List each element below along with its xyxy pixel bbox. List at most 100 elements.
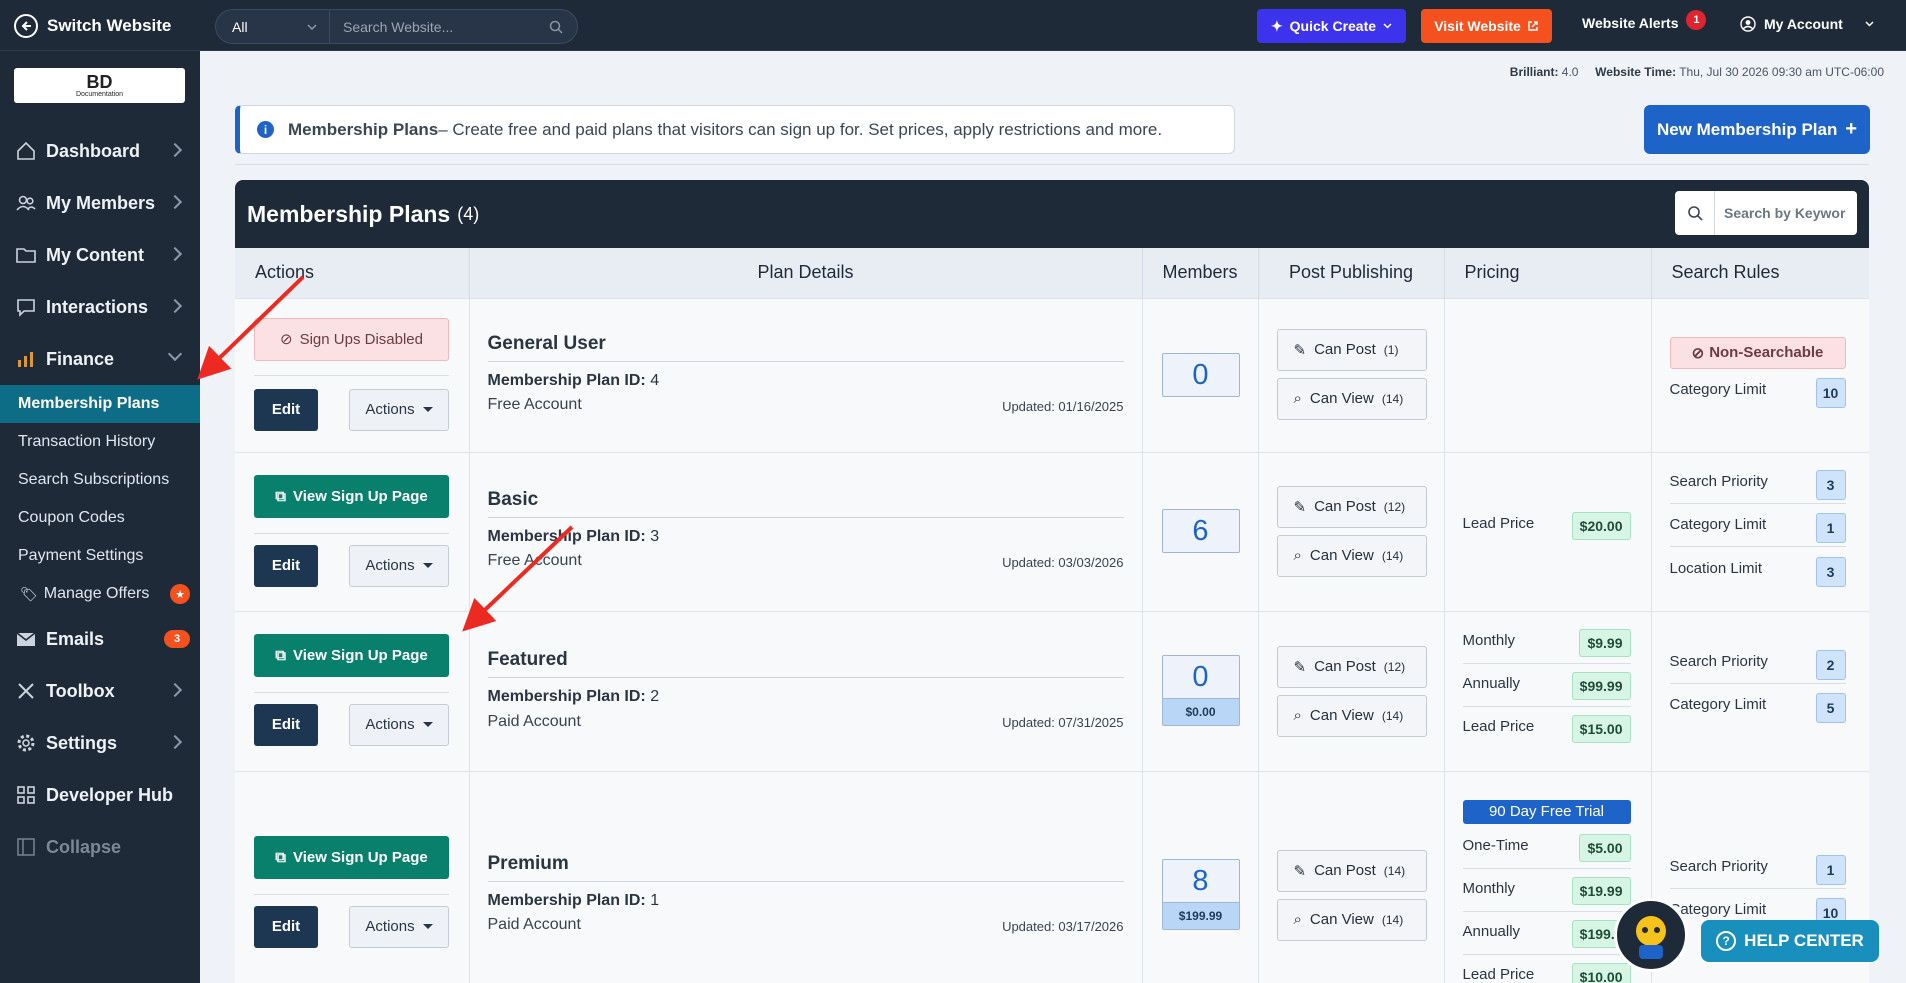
gear-icon xyxy=(17,734,35,752)
my-account-menu[interactable]: My Account xyxy=(1740,16,1874,32)
assistant-bot-avatar[interactable] xyxy=(1614,898,1688,972)
nav-settings[interactable]: Settings xyxy=(0,717,200,769)
search-icon: ⌕ xyxy=(1293,547,1302,564)
bar-chart-icon xyxy=(18,352,33,367)
nav-emails[interactable]: Emails 3 xyxy=(0,613,200,665)
logo-subtext: Documentation xyxy=(75,90,124,98)
members-count-box[interactable]: 0 $0.00 xyxy=(1161,654,1240,726)
sub-membership-plans[interactable]: Membership Plans xyxy=(0,385,200,423)
can-post-button[interactable]: ✎ Can Post (12) xyxy=(1276,485,1427,528)
nav-developer-hub[interactable]: Developer Hub xyxy=(0,769,200,821)
plan-updated: Updated: 01/16/2025 xyxy=(1002,398,1124,414)
search-icon[interactable] xyxy=(549,20,563,34)
can-post-button[interactable]: ✎ Can Post (12) xyxy=(1276,645,1427,688)
can-view-button[interactable]: ⌕ Can View (14) xyxy=(1276,534,1427,577)
edit-button[interactable]: Edit xyxy=(254,905,318,948)
search-input[interactable]: Search Website... xyxy=(330,19,577,35)
search-icon: ⌕ xyxy=(1293,390,1302,407)
sub-manage-offers[interactable]: 🏷 Manage Offers ★ xyxy=(0,575,200,613)
actions-dropdown[interactable]: Actions xyxy=(349,905,449,948)
plan-name[interactable]: Premium xyxy=(488,853,569,875)
can-post-label: Can Post xyxy=(1314,862,1376,879)
website-alerts-button[interactable]: Website Alerts 1 xyxy=(1582,10,1707,31)
sign-ups-disabled-badge: ⊘ Sign Ups Disabled xyxy=(254,317,449,361)
price-value: $15.00 xyxy=(1571,714,1631,743)
members-count-box[interactable]: 6 xyxy=(1161,508,1240,553)
sub-payment-settings[interactable]: Payment Settings xyxy=(0,537,200,575)
nav-dashboard-label: Dashboard xyxy=(46,140,141,161)
members-count: 0 xyxy=(1192,660,1209,693)
plan-type: Free Account xyxy=(487,551,582,569)
plan-name[interactable]: Featured xyxy=(488,649,568,671)
post-publishing-cell: ✎ Can Post (14) ⌕ Can View (14) xyxy=(1258,770,1445,983)
ban-icon: ⊘ xyxy=(280,331,293,348)
new-membership-plan-button[interactable]: New Membership Plan + xyxy=(1644,105,1870,154)
plan-name[interactable]: Basic xyxy=(488,489,539,511)
price-label: Annually xyxy=(1462,922,1521,940)
can-post-count: (1) xyxy=(1383,342,1399,357)
nav-toolbox[interactable]: Toolbox xyxy=(0,665,200,717)
can-view-button[interactable]: ⌕ Can View (14) xyxy=(1276,694,1427,737)
can-view-button[interactable]: ⌕ Can View (14) xyxy=(1276,377,1427,420)
members-count: 8 xyxy=(1192,864,1209,897)
sub-search-subscriptions[interactable]: Search Subscriptions xyxy=(0,461,200,499)
plan-name[interactable]: General User xyxy=(488,333,606,355)
view-sign-up-page-button[interactable]: ⧉ View Sign Up Page xyxy=(254,633,449,677)
price-label: Monthly xyxy=(1462,879,1516,897)
website-time-label: Website Time: xyxy=(1595,65,1677,79)
nav-collapse[interactable]: Collapse xyxy=(0,821,200,873)
table-row: ⧉ View Sign Up Page Edit Actions Basic Me… xyxy=(235,451,1869,611)
nav-my-content[interactable]: My Content xyxy=(0,229,200,281)
actions-dropdown[interactable]: Actions xyxy=(349,544,449,587)
sub-coupon-codes[interactable]: Coupon Codes xyxy=(0,499,200,537)
nav-my-members[interactable]: My Members xyxy=(0,177,200,229)
plan-id-value: 3 xyxy=(650,527,660,545)
view-sign-up-page-button[interactable]: ⧉ View Sign Up Page xyxy=(254,835,449,879)
can-post-count: (12) xyxy=(1383,659,1406,674)
edit-button[interactable]: Edit xyxy=(254,703,318,746)
actions-dropdown[interactable]: Actions xyxy=(349,703,449,746)
can-view-button[interactable]: ⌕ Can View (14) xyxy=(1276,898,1427,941)
switch-website-button[interactable]: Switch Website xyxy=(14,14,171,38)
price-label: One-Time xyxy=(1462,836,1529,854)
members-count-box[interactable]: 0 xyxy=(1161,352,1240,397)
separator xyxy=(1462,662,1631,664)
visit-website-button[interactable]: Visit Website xyxy=(1421,9,1552,43)
non-searchable-label: Non-Searchable xyxy=(1709,344,1824,361)
chevron-right-icon xyxy=(167,142,183,158)
edit-button[interactable]: Edit xyxy=(254,388,318,431)
help-center-button[interactable]: ? HELP CENTER xyxy=(1701,920,1879,962)
site-logo[interactable]: BD Documentation xyxy=(14,68,185,103)
nav-finance[interactable]: Finance xyxy=(0,333,200,385)
info-icon: i xyxy=(257,121,274,138)
actions-dropdown[interactable]: Actions xyxy=(349,388,449,431)
price-value: $20.00 xyxy=(1571,511,1631,540)
actions-label: Actions xyxy=(365,918,415,935)
website-search: All Search Website... xyxy=(215,9,578,44)
edit-icon: ✎ xyxy=(1293,341,1307,359)
visit-website-label: Visit Website xyxy=(1434,18,1521,34)
price-row: Monthly $9.99 xyxy=(1463,628,1631,657)
ban-icon: ⊘ xyxy=(1691,344,1705,362)
search-scope-select[interactable]: All xyxy=(216,10,330,43)
keyword-search-input[interactable]: Search by Keywor xyxy=(1675,191,1857,235)
edit-button[interactable]: Edit xyxy=(254,544,318,587)
alerts-count-badge: 1 xyxy=(1686,10,1707,30)
can-post-button[interactable]: ✎ Can Post (14) xyxy=(1276,849,1427,892)
keyword-search-placeholder: Search by Keywor xyxy=(1724,205,1846,221)
view-sign-up-page-button[interactable]: ⧉ View Sign Up Page xyxy=(254,474,449,518)
quick-create-label: Quick Create xyxy=(1289,18,1377,34)
members-count-box[interactable]: 8 $199.99 xyxy=(1161,858,1240,930)
quick-create-button[interactable]: ✦ Quick Create xyxy=(1257,9,1406,43)
nav-interactions[interactable]: Interactions xyxy=(0,281,200,333)
can-view-count: (14) xyxy=(1381,548,1404,563)
nav-dashboard[interactable]: Dashboard xyxy=(0,125,200,177)
sub-transaction-history[interactable]: Transaction History xyxy=(0,423,200,461)
members-revenue: $0.00 xyxy=(1162,697,1239,725)
nav-devhub-label: Developer Hub xyxy=(46,784,174,805)
plan-details-cell: General User Membership Plan ID: 4 Free … xyxy=(469,297,1143,452)
plan-type: Free Account xyxy=(487,395,582,413)
grid-icon xyxy=(17,786,35,804)
can-post-button[interactable]: ✎ Can Post (1) xyxy=(1276,328,1427,371)
actions-cell: ⧉ View Sign Up Page Edit Actions xyxy=(235,610,470,771)
